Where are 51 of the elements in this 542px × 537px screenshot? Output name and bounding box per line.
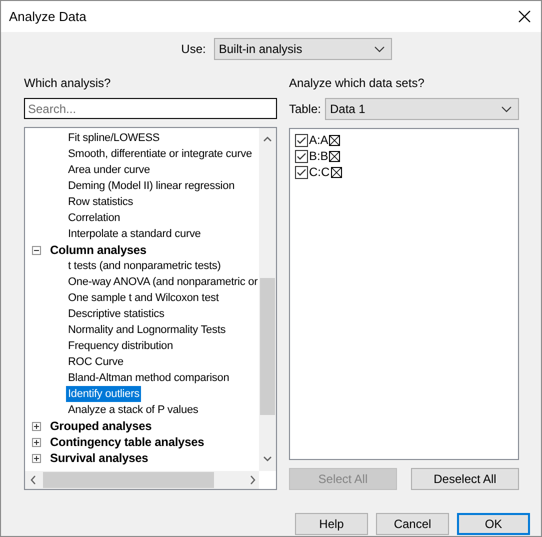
checkbox[interactable] bbox=[294, 166, 308, 178]
close-icon[interactable] bbox=[518, 10, 531, 23]
use-dropdown[interactable]: Built-in analysis bbox=[214, 38, 392, 60]
expand-icon[interactable] bbox=[32, 422, 41, 430]
search-field[interactable]: Search... bbox=[24, 98, 277, 119]
list-button[interactable]: Deselect All bbox=[411, 468, 519, 490]
vertical-scrollbar[interactable] bbox=[258, 128, 276, 471]
tree-item[interactable]: Frequency distribution bbox=[66, 338, 175, 354]
caret-icon bbox=[374, 46, 385, 52]
missing-glyph-icon bbox=[330, 166, 342, 178]
tree-item[interactable]: Analyze a stack of P values bbox=[66, 402, 200, 418]
section-heading: Analyze which data sets? bbox=[288, 75, 426, 90]
data-set-label: C:C bbox=[308, 164, 330, 181]
window-title: Analyze Data bbox=[9, 8, 86, 26]
tree-item[interactable]: Fit spline/LOWESS bbox=[66, 130, 162, 146]
expand-icon[interactable] bbox=[32, 438, 41, 446]
table-label: Table: bbox=[288, 101, 321, 118]
dialog-button[interactable]: Help bbox=[295, 513, 368, 535]
tree-group[interactable]: Survival analyses bbox=[50, 450, 148, 466]
tree-item[interactable]: Identify outliers bbox=[66, 386, 142, 402]
dialog-button[interactable]: Cancel bbox=[376, 513, 449, 535]
checkbox[interactable] bbox=[294, 150, 308, 162]
caret-icon bbox=[501, 106, 512, 112]
missing-glyph-icon bbox=[329, 134, 340, 146]
missing-glyph-icon bbox=[329, 150, 340, 162]
tree-item[interactable]: Deming (Model II) linear regression bbox=[66, 178, 237, 194]
tree-item[interactable]: Normality and Lognormality Tests bbox=[66, 322, 228, 338]
dialog-button[interactable]: OK bbox=[457, 513, 530, 535]
tree-item[interactable]: One sample t and Wilcoxon test bbox=[66, 290, 221, 306]
tree-item[interactable]: Correlation bbox=[66, 210, 122, 226]
tree-group[interactable]: Column analyses bbox=[50, 242, 146, 258]
collapse-icon[interactable] bbox=[32, 246, 41, 254]
tree-item[interactable]: ROC Curve bbox=[66, 354, 126, 370]
tree-group[interactable]: Contingency table analyses bbox=[50, 434, 204, 450]
tree-item[interactable]: t tests (and nonparametric tests) bbox=[66, 258, 223, 274]
tree-item[interactable]: Bland-Altman method comparison bbox=[66, 370, 232, 386]
tree-item[interactable]: One-way ANOVA (and nonparametric or bbox=[66, 274, 259, 290]
checkbox[interactable] bbox=[294, 134, 308, 146]
expand-icon[interactable] bbox=[32, 454, 41, 462]
tree-item[interactable]: Smooth, differentiate or integrate curve bbox=[66, 146, 254, 162]
tree-item[interactable]: Descriptive statistics bbox=[66, 306, 166, 322]
table-dropdown[interactable]: Data 1 bbox=[324, 98, 519, 120]
tree-item[interactable]: Interpolate a standard curve bbox=[66, 226, 203, 242]
section-heading: Which analysis? bbox=[24, 75, 112, 90]
tree-item[interactable]: Area under curve bbox=[66, 162, 152, 178]
data-set-label: A:A bbox=[308, 132, 328, 149]
use-label: Use: bbox=[181, 41, 206, 58]
tree-item[interactable]: Row statistics bbox=[66, 194, 136, 210]
data-set-label: B:B bbox=[308, 148, 328, 165]
tree-group[interactable]: Grouped analyses bbox=[50, 418, 152, 434]
horizontal-scrollbar[interactable] bbox=[25, 471, 259, 489]
